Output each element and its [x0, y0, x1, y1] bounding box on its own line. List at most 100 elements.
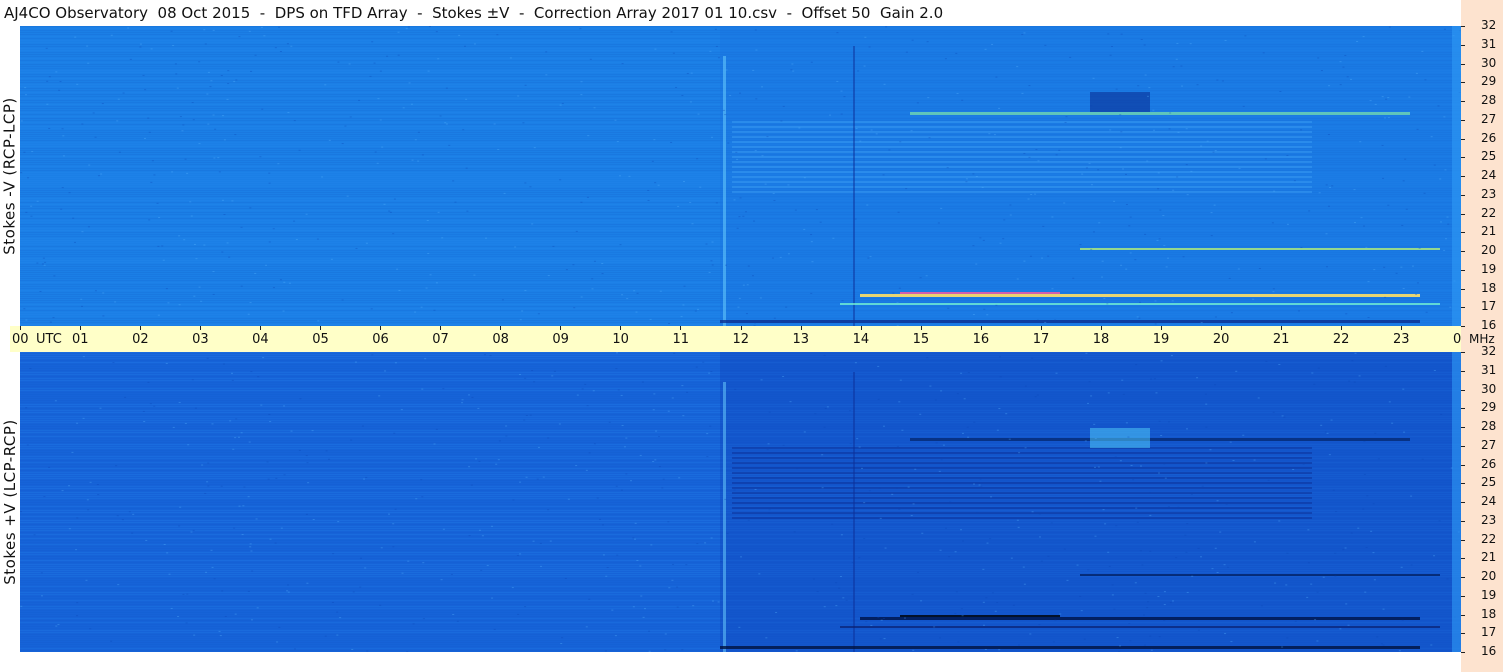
- speckle: [636, 292, 639, 294]
- speckle: [1348, 380, 1351, 382]
- speckle: [1316, 591, 1319, 593]
- time-tick-label: 23: [1392, 332, 1410, 347]
- speckle: [986, 542, 989, 544]
- speckle: [729, 94, 732, 96]
- speckle: [1081, 173, 1084, 175]
- speckle: [1244, 35, 1247, 37]
- speckle: [1373, 269, 1376, 271]
- speckle: [1258, 268, 1261, 270]
- speckle: [956, 393, 959, 395]
- speckle: [174, 63, 177, 65]
- speckle: [97, 175, 100, 177]
- speckle: [121, 519, 124, 521]
- burst-band: [910, 438, 1410, 441]
- speckle: [450, 573, 453, 575]
- speckle: [1163, 604, 1166, 606]
- time-tick-label: 17: [1032, 332, 1050, 347]
- speckle: [650, 544, 653, 546]
- speckle: [673, 352, 676, 354]
- speckle: [547, 437, 550, 439]
- speckle: [262, 357, 265, 359]
- speckle: [619, 244, 622, 246]
- speckle: [717, 601, 720, 603]
- speckle: [452, 614, 455, 616]
- speckle: [1125, 422, 1128, 424]
- speckle: [675, 86, 678, 88]
- speckle: [511, 587, 514, 589]
- speckle: [355, 247, 358, 249]
- speckle: [147, 381, 150, 383]
- speckle: [1010, 557, 1013, 559]
- speckle: [1286, 154, 1289, 156]
- speckle: [250, 550, 253, 552]
- speckle: [1318, 192, 1321, 194]
- speckle: [617, 389, 620, 391]
- speckle: [840, 534, 843, 536]
- speckle: [1038, 513, 1041, 515]
- speckle: [480, 569, 483, 571]
- speckle: [286, 590, 289, 592]
- speckle: [144, 89, 147, 91]
- speckle: [94, 290, 97, 292]
- speckle: [1260, 605, 1263, 607]
- speckle: [1150, 378, 1153, 380]
- speckle: [1052, 641, 1055, 643]
- speckle: [115, 465, 118, 467]
- speckle: [551, 375, 554, 377]
- speckle: [170, 607, 173, 609]
- speckle: [1402, 180, 1405, 182]
- frequency-axis-column: 32 31 30 29 28 27 26 25 24 23 22 21 20 19 18 17 16 32 31 30…: [1461, 0, 1503, 672]
- speckle: [231, 379, 234, 381]
- speckle: [46, 80, 49, 82]
- speckle: [921, 532, 924, 534]
- speckle: [226, 242, 229, 244]
- speckle: [975, 263, 978, 265]
- speckle: [882, 618, 885, 620]
- speckle: [227, 70, 230, 72]
- speckle: [1226, 566, 1229, 568]
- speckle: [207, 462, 210, 464]
- speckle: [1016, 519, 1019, 521]
- speckle: [1163, 591, 1166, 593]
- speckle: [883, 83, 886, 85]
- speckle: [615, 485, 618, 487]
- speckle: [400, 409, 403, 411]
- speckle: [1094, 438, 1097, 440]
- speckle: [899, 379, 902, 381]
- speckle: [779, 256, 782, 258]
- speckle: [48, 127, 51, 129]
- speckle: [1185, 128, 1188, 130]
- speckle: [1214, 547, 1217, 549]
- speckle: [491, 525, 494, 527]
- time-tickmark: [140, 326, 142, 330]
- speckle: [983, 308, 986, 310]
- freq-tickmark: [1461, 520, 1465, 522]
- freq-tick-label: 18: [1481, 280, 1497, 295]
- speckle: [725, 69, 728, 71]
- speckle: [1346, 76, 1349, 78]
- speckle: [678, 477, 681, 479]
- speckle: [1094, 535, 1097, 537]
- speckle: [1119, 460, 1122, 462]
- speckle: [856, 438, 859, 440]
- speckle: [1416, 282, 1419, 284]
- speckle: [1092, 231, 1095, 233]
- speckle: [961, 432, 964, 434]
- speckle: [190, 531, 193, 533]
- vertical-line: [723, 382, 726, 652]
- speckle: [1376, 636, 1379, 638]
- speckle: [897, 211, 900, 213]
- speckle: [1334, 575, 1337, 577]
- speckle: [1186, 428, 1189, 430]
- speckle: [519, 481, 522, 483]
- speckle: [1345, 603, 1348, 605]
- speckle: [647, 189, 650, 191]
- speckle: [939, 637, 942, 639]
- stripe-band: [732, 121, 1312, 123]
- speckle: [386, 55, 389, 57]
- freq-tickmark: [1461, 370, 1465, 372]
- speckle: [1272, 411, 1275, 413]
- speckle: [1038, 624, 1041, 626]
- speckle: [599, 518, 602, 520]
- speckle: [1204, 393, 1207, 395]
